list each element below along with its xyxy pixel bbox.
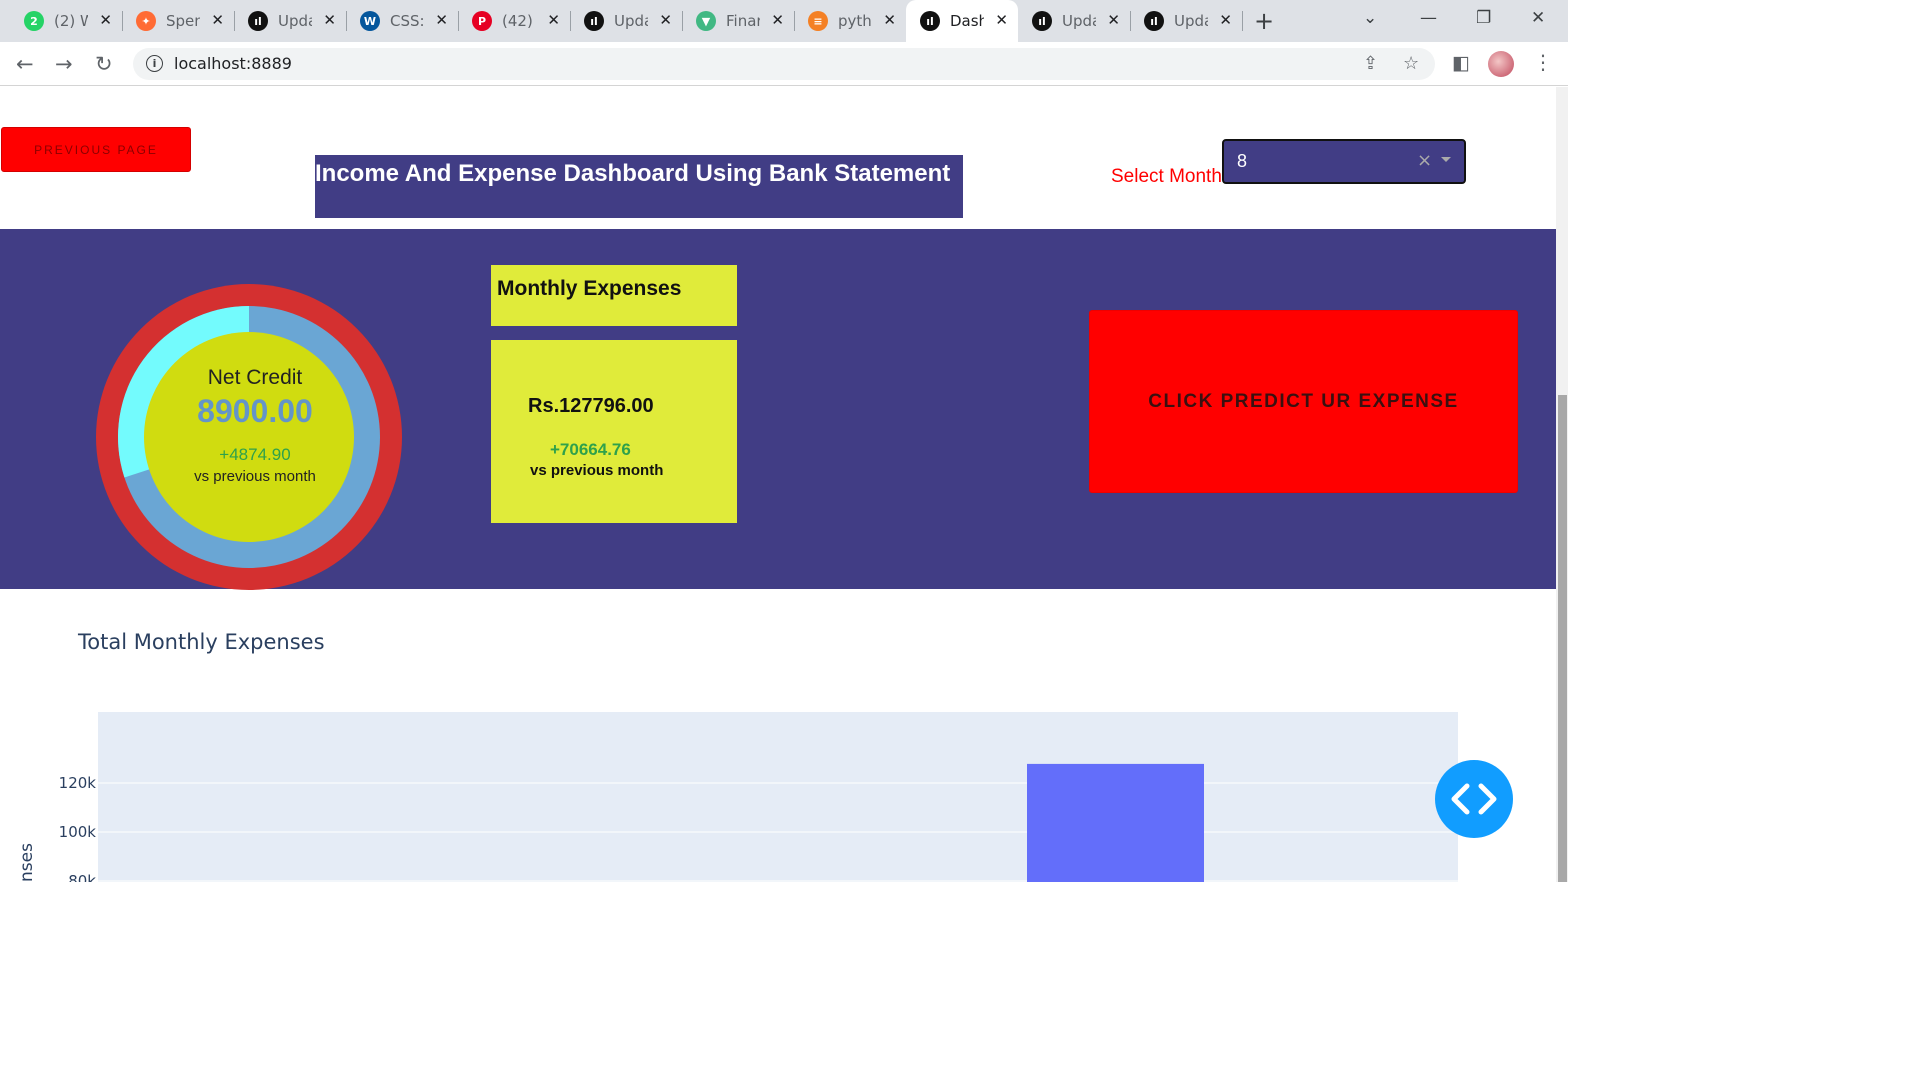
net-credit-label: Net Credit bbox=[207, 366, 303, 389]
pinterest-icon: P bbox=[472, 11, 492, 31]
predict-expense-button[interactable]: CLICK PREDICT UR EXPENSE bbox=[1089, 310, 1518, 493]
y-tick-label: 120k bbox=[59, 774, 97, 792]
chevron-down-icon[interactable] bbox=[1441, 157, 1451, 162]
page-scrollbar[interactable] bbox=[1556, 87, 1568, 882]
browser-tab-title: (42) F bbox=[502, 12, 536, 30]
page-title: Income And Expense Dashboard Using Bank … bbox=[315, 155, 963, 218]
site-info-icon[interactable]: i bbox=[146, 55, 163, 72]
close-tab-icon[interactable]: ✕ bbox=[659, 11, 672, 29]
close-tab-icon[interactable]: ✕ bbox=[323, 11, 336, 29]
month-dropdown[interactable]: 8 × bbox=[1222, 139, 1466, 184]
stackoverflow-icon: ≡ bbox=[808, 11, 828, 31]
net-credit-value: 8900.00 bbox=[197, 393, 313, 429]
dash-icon: ıl bbox=[920, 11, 940, 31]
side-panel-icon[interactable]: ◧ bbox=[1452, 52, 1470, 74]
close-tab-icon[interactable]: ✕ bbox=[211, 11, 224, 29]
browser-tab[interactable]: ıl Upda ✕ bbox=[1130, 0, 1243, 42]
browser-tab-title: Upda bbox=[278, 12, 312, 30]
whatsapp-icon: 2 bbox=[24, 11, 44, 31]
w3schools-icon: W bbox=[360, 11, 380, 31]
net-credit-vs-label: vs previous month bbox=[194, 468, 316, 485]
select-month-label: Select Month bbox=[1111, 166, 1222, 187]
browser-tab[interactable]: ✦ Spen ✕ bbox=[122, 0, 235, 42]
close-tab-icon[interactable]: ✕ bbox=[1107, 11, 1120, 29]
scrollbar-thumb[interactable] bbox=[1558, 395, 1567, 882]
dash-icon: ıl bbox=[584, 11, 604, 31]
close-tab-icon[interactable]: ✕ bbox=[771, 11, 784, 29]
browser-tab[interactable]: ıl Upda ✕ bbox=[1018, 0, 1131, 42]
close-tab-icon[interactable]: ✕ bbox=[1219, 11, 1232, 29]
dashboard-page: PREVIOUS PAGE Income And Expense Dashboa… bbox=[0, 87, 1556, 882]
close-tab-icon[interactable]: ✕ bbox=[547, 11, 560, 29]
close-tab-icon[interactable]: ✕ bbox=[995, 11, 1008, 29]
browser-tab[interactable]: ▼ Finar ✕ bbox=[682, 0, 795, 42]
close-window-button[interactable]: ✕ bbox=[1531, 8, 1545, 28]
monthly-expenses-delta: +70664.76 bbox=[550, 440, 631, 459]
y-tick-label: 80k bbox=[68, 872, 96, 882]
y-axis-label: nses bbox=[17, 843, 37, 882]
address-bar[interactable]: i localhost:8889 ⇪ ☆ bbox=[133, 48, 1435, 80]
expenses-bar-chart: 80k 100k 120k nses bbox=[17, 712, 1458, 882]
pinwheel-icon: ✦ bbox=[136, 11, 156, 31]
browser-tab-title: pytho bbox=[838, 12, 872, 30]
forward-arrow-icon[interactable]: → bbox=[55, 52, 73, 76]
kpi-band: Net Credit 8900.00 +4874.90 vs previous … bbox=[0, 229, 1556, 591]
net-credit-center: Net Credit 8900.00 +4874.90 vs previous … bbox=[150, 338, 360, 548]
dash-icon: ıl bbox=[1032, 11, 1052, 31]
tab-separator bbox=[1242, 11, 1243, 31]
browser-tab-title: Dash bbox=[950, 12, 984, 30]
browser-menu-icon[interactable]: ⋮ bbox=[1533, 50, 1553, 74]
browser-tab-title: Finar bbox=[726, 12, 760, 30]
vue-icon: ▼ bbox=[696, 11, 716, 31]
dash-icon: ıl bbox=[248, 11, 268, 31]
monthly-expenses-vs-label: vs previous month bbox=[530, 462, 664, 479]
share-icon[interactable]: ⇪ bbox=[1363, 53, 1378, 74]
url-text[interactable]: localhost:8889 bbox=[174, 54, 292, 73]
monthly-expenses-value: Rs.127796.00 bbox=[528, 395, 654, 417]
close-tab-icon[interactable]: ✕ bbox=[883, 11, 896, 29]
profile-avatar[interactable] bbox=[1488, 51, 1514, 77]
plot-area bbox=[98, 712, 1458, 882]
monthly-expenses-heading: Monthly Expenses bbox=[491, 265, 737, 326]
browser-tab-strip: 2 (2) W ✕ ✦ Spen ✕ ıl Upda ✕ W CSS: ✕ P (42) F ✕ ıl Upda… bbox=[0, 0, 1568, 42]
monthly-expenses-card: Rs.127796.00 +70664.76 vs previous month bbox=[491, 340, 737, 523]
y-tick-label: 100k bbox=[59, 823, 97, 841]
bookmark-star-icon[interactable]: ☆ bbox=[1403, 53, 1419, 74]
browser-toolbar: ← → ↻ i localhost:8889 ⇪ ☆ ◧ ⋮ bbox=[0, 42, 1568, 86]
net-credit-gauge: Net Credit 8900.00 +4874.90 vs previous … bbox=[95, 283, 403, 591]
net-credit-delta: +4874.90 bbox=[219, 445, 291, 464]
browser-tab[interactable]: W CSS: ✕ bbox=[346, 0, 459, 42]
code-brackets-icon bbox=[1451, 783, 1497, 815]
chart-title: Total Monthly Expenses bbox=[78, 630, 325, 654]
clear-icon[interactable]: × bbox=[1417, 150, 1432, 171]
close-tab-icon[interactable]: ✕ bbox=[99, 11, 112, 29]
month-dropdown-value: 8 bbox=[1237, 151, 1248, 171]
new-tab-button[interactable]: + bbox=[1254, 7, 1274, 35]
browser-tab-title: Upda bbox=[1174, 12, 1208, 30]
browser-tab[interactable]: ≡ pytho ✕ bbox=[794, 0, 907, 42]
tab-search-icon[interactable]: ⌄ bbox=[1363, 8, 1377, 28]
code-toggle-button[interactable] bbox=[1435, 760, 1513, 838]
back-arrow-icon[interactable]: ← bbox=[16, 52, 34, 76]
close-tab-icon[interactable]: ✕ bbox=[435, 11, 448, 29]
browser-tab[interactable]: ıl Upda ✕ bbox=[234, 0, 347, 42]
browser-tab[interactable]: ıl Upda ✕ bbox=[570, 0, 683, 42]
browser-tab-title: Upda bbox=[1062, 12, 1096, 30]
browser-tab-title: (2) W bbox=[54, 12, 88, 30]
browser-tab[interactable]: ıl Dash ✕ bbox=[906, 0, 1018, 42]
restore-button[interactable]: ❐ bbox=[1476, 8, 1491, 28]
browser-tab-title: Spen bbox=[166, 12, 200, 30]
browser-tab[interactable]: 2 (2) W ✕ bbox=[10, 0, 123, 42]
browser-tab-title: CSS: bbox=[390, 12, 424, 30]
browser-tab[interactable]: P (42) F ✕ bbox=[458, 0, 571, 42]
expense-bar bbox=[1027, 763, 1204, 882]
reload-icon[interactable]: ↻ bbox=[95, 52, 113, 76]
browser-tab-title: Upda bbox=[614, 12, 648, 30]
dash-icon: ıl bbox=[1144, 11, 1164, 31]
previous-page-button[interactable]: PREVIOUS PAGE bbox=[1, 127, 191, 172]
minimize-button[interactable]: — bbox=[1420, 8, 1437, 28]
